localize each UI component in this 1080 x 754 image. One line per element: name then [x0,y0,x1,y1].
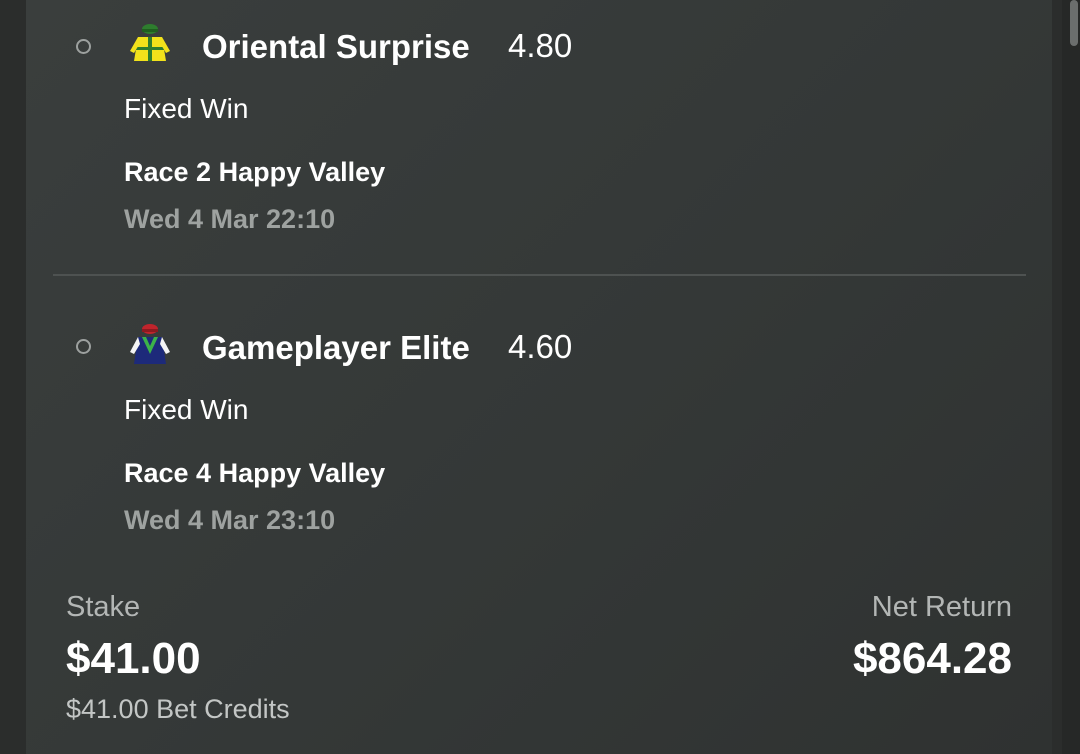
bet-slip-panel: Oriental Surprise 4.80 Fixed Win Race 2 … [26,0,1052,754]
scrollbar-thumb[interactable] [1070,0,1078,46]
jockey-silk-icon [130,24,170,61]
odds-value: 4.80 [508,27,573,64]
race-name: Race 4 Happy Valley [124,458,386,488]
race-time: Wed 4 Mar 23:10 [124,505,336,535]
race-time: Wed 4 Mar 22:10 [124,204,336,234]
stake-amount: $41.00 [66,634,201,683]
bet-credits-text: $41.00 Bet Credits [66,694,290,724]
jockey-silk-icon [130,324,170,364]
scrollbar[interactable] [1062,0,1080,754]
leg-divider [53,274,1026,276]
leg-select-radio[interactable] [76,339,91,354]
leg-select-radio[interactable] [76,39,91,54]
bet-type: Fixed Win [124,93,249,124]
stake-label: Stake [66,591,141,623]
runner-name: Oriental Surprise [202,28,470,65]
race-name: Race 2 Happy Valley [124,157,386,187]
odds-value: 4.60 [508,328,573,365]
bet-type: Fixed Win [124,394,249,425]
net-return-label: Net Return [871,591,1012,623]
runner-name: Gameplayer Elite [202,329,470,366]
net-return-amount: $864.28 [852,634,1012,683]
